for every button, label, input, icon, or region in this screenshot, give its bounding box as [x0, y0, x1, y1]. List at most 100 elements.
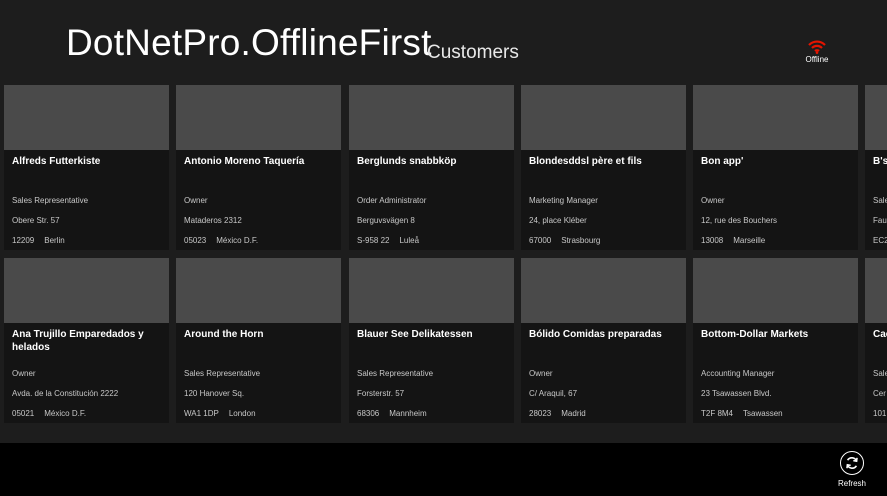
customer-city: Berlin	[44, 236, 65, 245]
customer-address: 24, place Kléber	[529, 216, 587, 225]
customer-location: 28023 Madrid	[529, 409, 586, 418]
customer-city: Marseille	[733, 236, 766, 245]
customer-tile[interactable]: B's Sale Fau EC2	[865, 85, 887, 250]
customer-contact-title: Sales Representative	[12, 196, 89, 205]
customer-tile[interactable]: Berglunds snabbköp Order Administrator B…	[349, 85, 514, 250]
customer-name: Antonio Moreno Taquería	[184, 156, 305, 167]
customer-image	[693, 85, 858, 150]
page-title: Customers	[427, 42, 519, 63]
customer-tile[interactable]: Bottom-Dollar Markets Accounting Manager…	[693, 258, 858, 423]
refresh-button[interactable]: Refresh	[832, 451, 872, 488]
customer-contact-title: Sales Representative	[184, 369, 261, 378]
customer-postal: 13008	[701, 236, 724, 245]
customer-name: Berglunds snabbköp	[357, 156, 457, 167]
customer-postal: 68306	[357, 409, 380, 418]
customer-location: 101	[873, 409, 887, 418]
customer-postal: 67000	[529, 236, 552, 245]
customer-contact-title: Accounting Manager	[701, 369, 775, 378]
customer-image	[521, 258, 686, 323]
customer-name: B's	[873, 156, 887, 167]
customer-location: EC2	[873, 236, 887, 245]
customer-city: Luleå	[399, 236, 420, 245]
customer-postal: 101	[873, 409, 887, 418]
customer-location: 12209 Berlin	[12, 236, 65, 245]
customer-location: 05021 México D.F.	[12, 409, 86, 418]
customer-address: 23 Tsawassen Blvd.	[701, 389, 772, 398]
offline-status: Offline	[800, 40, 834, 64]
app-bar: Refresh	[0, 443, 887, 496]
customer-address: Forsterstr. 57	[357, 389, 405, 398]
customer-tile[interactable]: Antonio Moreno Taquería Owner Mataderos …	[176, 85, 341, 250]
customer-city: Madrid	[561, 409, 586, 418]
customer-postal: T2F 8M4	[701, 409, 734, 418]
customer-location: 13008 Marseille	[701, 236, 765, 245]
customer-postal: WA1 1DP	[184, 409, 219, 418]
customer-name: Cac	[873, 329, 887, 340]
customer-tile[interactable]: Alfreds Futterkiste Sales Representative…	[4, 85, 169, 250]
customer-city: Tsawassen	[743, 409, 783, 418]
customer-tile[interactable]: Bon app' Owner 12, rue des Bouchers 1300…	[693, 85, 858, 250]
customer-name: Alfreds Futterkiste	[12, 156, 101, 167]
customer-tile[interactable]: Bólido Comidas preparadas Owner C/ Araqu…	[521, 258, 686, 423]
customer-city: Strasbourg	[561, 236, 601, 245]
refresh-label: Refresh	[837, 479, 866, 488]
customer-address: Berguvsvägen 8	[357, 216, 415, 225]
customer-image	[176, 258, 341, 323]
customer-location: 67000 Strasbourg	[529, 236, 600, 245]
customer-location: 68306 Mannheim	[357, 409, 427, 418]
customer-image	[693, 258, 858, 323]
customer-city: México D.F.	[216, 236, 259, 245]
customer-image	[176, 85, 341, 150]
customer-name: Ana Trujillo Emparedados y helados	[12, 329, 144, 353]
customer-image	[4, 258, 169, 323]
customer-location: 05023 México D.F.	[184, 236, 258, 245]
customer-contact-title: Sale	[873, 196, 887, 205]
wifi-offline-icon	[808, 40, 826, 54]
customer-image	[865, 85, 887, 150]
customer-location: S-958 22 Luleå	[357, 236, 419, 245]
customer-tile[interactable]: Blauer See Delikatessen Sales Representa…	[349, 258, 514, 423]
customer-postal: 05023	[184, 236, 207, 245]
customer-city: London	[228, 409, 256, 418]
customer-contact-title: Sale	[873, 369, 887, 378]
customer-location: T2F 8M4 Tsawassen	[701, 409, 783, 418]
customer-location: WA1 1DP London	[184, 409, 256, 418]
customer-contact-title: Sales Representative	[357, 369, 434, 378]
customer-address: 120 Hanover Sq.	[184, 389, 245, 398]
customer-contact-title: Owner	[529, 369, 553, 378]
customer-address: 12, rue des Bouchers	[701, 216, 778, 225]
customer-tile[interactable]: Blondesddsl père et fils Marketing Manag…	[521, 85, 686, 250]
customer-address: C/ Araquil, 67	[529, 389, 578, 398]
customer-contact-title: Owner	[184, 196, 208, 205]
customer-image	[521, 85, 686, 150]
customer-tile[interactable]: Cac Sale Cer 101	[865, 258, 887, 423]
customer-contact-title: Owner	[701, 196, 725, 205]
customer-contact-title: Order Administrator	[357, 196, 427, 205]
customer-address: Obere Str. 57	[12, 216, 60, 225]
app-title: DotNetPro.OfflineFirst	[66, 22, 432, 63]
customer-postal: 12209	[12, 236, 35, 245]
customer-image	[349, 85, 514, 150]
customer-address: Cer	[873, 389, 886, 398]
customer-contact-title: Marketing Manager	[529, 196, 598, 205]
customer-name: Bon app'	[701, 156, 744, 167]
customer-tile[interactable]: Ana Trujillo Emparedados y helados Owner…	[4, 258, 169, 423]
customer-postal: 28023	[529, 409, 552, 418]
customer-postal: EC2	[873, 236, 887, 245]
offline-label: Offline	[805, 55, 829, 64]
customer-address: Fau	[873, 216, 887, 225]
customer-address: Avda. de la Constitución 2222	[12, 389, 119, 398]
customer-city: Mannheim	[389, 409, 427, 418]
customer-image	[349, 258, 514, 323]
customer-city: México D.F.	[44, 409, 87, 418]
customer-name: Bólido Comidas preparadas	[529, 329, 662, 340]
customer-name: Blauer See Delikatessen	[357, 329, 473, 340]
customer-grid: Alfreds Futterkiste Sales Representative…	[4, 85, 887, 423]
customer-name: Blondesddsl père et fils	[529, 156, 642, 167]
customer-name: Around the Horn	[184, 329, 264, 340]
customer-contact-title: Owner	[12, 369, 36, 378]
customer-tile[interactable]: Around the Horn Sales Representative 120…	[176, 258, 341, 423]
customer-address: Mataderos 2312	[184, 216, 242, 225]
customer-postal: S-958 22	[357, 236, 390, 245]
customer-image	[4, 85, 169, 150]
